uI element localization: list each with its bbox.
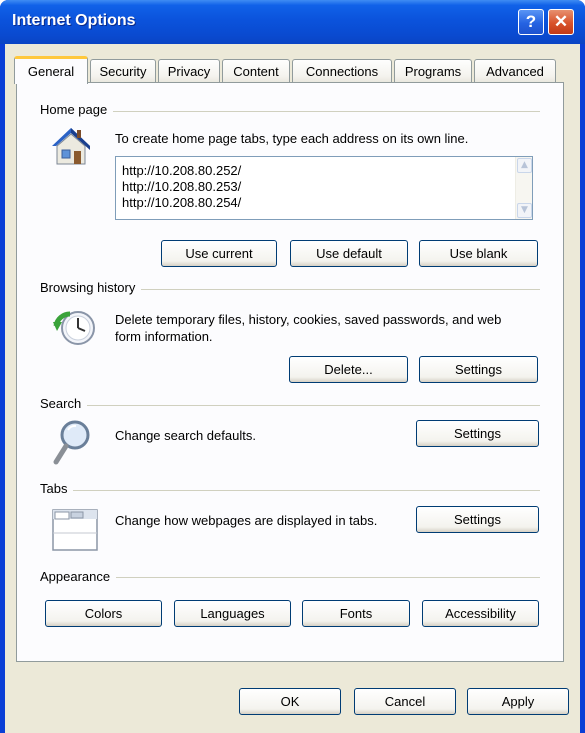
home-page-divider [40, 111, 540, 112]
tab-connections[interactable]: Connections [292, 59, 392, 83]
ok-button[interactable]: OK [239, 688, 341, 715]
browsing-history-group-label: Browsing history [40, 280, 142, 295]
house-icon [48, 124, 94, 172]
title-bar[interactable]: Internet Options ? ✕ [0, 0, 585, 44]
tabs-group-label: Tabs [40, 481, 74, 496]
tabs-window-icon [52, 509, 98, 555]
tab-programs[interactable]: Programs [394, 59, 472, 83]
tab-security[interactable]: Security [90, 59, 156, 83]
tabs-description: Change how webpages are displayed in tab… [115, 513, 378, 528]
urls-scrollbar[interactable]: ▲ ▼ [515, 157, 532, 219]
tab-advanced[interactable]: Advanced [474, 59, 556, 83]
home-page-group-label: Home page [40, 102, 114, 117]
scroll-down-icon[interactable]: ▼ [517, 203, 532, 218]
scroll-up-icon[interactable]: ▲ [517, 158, 532, 173]
tabs-settings-button[interactable]: Settings [416, 506, 539, 533]
tab-privacy[interactable]: Privacy [158, 59, 220, 83]
cancel-button[interactable]: Cancel [354, 688, 456, 715]
history-clock-icon [52, 306, 98, 354]
fonts-button[interactable]: Fonts [302, 600, 410, 627]
browsing-history-description: Delete temporary files, history, cookies… [115, 312, 502, 344]
use-current-button[interactable]: Use current [161, 240, 277, 267]
colors-button[interactable]: Colors [45, 600, 162, 627]
search-description: Change search defaults. [115, 428, 256, 443]
window-title: Internet Options [12, 12, 136, 29]
tabs-divider [40, 490, 540, 491]
close-button[interactable]: ✕ [548, 9, 574, 35]
tab-general[interactable]: General [14, 56, 88, 84]
magnifier-icon [52, 418, 92, 470]
accessibility-button[interactable]: Accessibility [422, 600, 539, 627]
search-settings-button[interactable]: Settings [416, 420, 539, 447]
use-default-button[interactable]: Use default [290, 240, 408, 267]
help-button[interactable]: ? [518, 9, 544, 35]
appearance-group-label: Appearance [40, 569, 117, 584]
apply-button[interactable]: Apply [467, 688, 569, 715]
delete-history-button[interactable]: Delete... [289, 356, 408, 383]
home-page-urls-textarea[interactable]: http://10.208.80.252/ http://10.208.80.2… [115, 156, 533, 220]
tab-strip: General Security Privacy Content Connect… [14, 56, 562, 84]
home-page-description: To create home page tabs, type each addr… [115, 131, 469, 146]
search-group-label: Search [40, 396, 88, 411]
history-settings-button[interactable]: Settings [419, 356, 538, 383]
languages-button[interactable]: Languages [174, 600, 291, 627]
home-page-urls: http://10.208.80.252/ http://10.208.80.2… [122, 163, 242, 210]
search-divider [40, 405, 540, 406]
use-blank-button[interactable]: Use blank [419, 240, 538, 267]
tab-content[interactable]: Content [222, 59, 290, 83]
